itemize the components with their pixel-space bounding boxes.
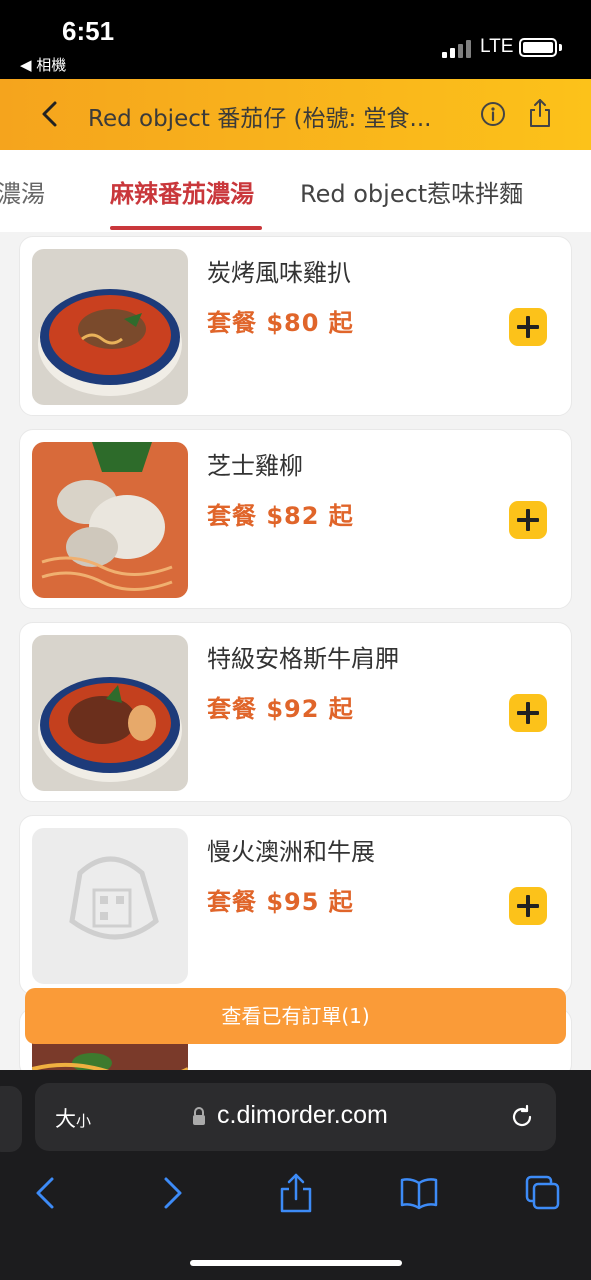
- item-price: 套餐 $95 起: [207, 888, 354, 916]
- tab-red-object-noodles[interactable]: Red object惹味拌麵: [300, 174, 523, 209]
- back-to-camera-link[interactable]: ◀ 相機: [20, 54, 66, 75]
- signal-icon: [442, 40, 472, 58]
- dish-image: [32, 442, 188, 598]
- add-item-button[interactable]: [509, 694, 547, 732]
- url-text: c.dimorder.com: [217, 1101, 388, 1129]
- menu-item[interactable]: 芝士雞柳 套餐 $82 起: [19, 429, 572, 609]
- view-orders-button[interactable]: 查看已有訂單(1): [25, 988, 566, 1044]
- tab-spicy-tomato-soup[interactable]: 麻辣番茄濃湯: [110, 174, 254, 209]
- item-price: 套餐 $92 起: [207, 695, 354, 723]
- placeholder-image: [32, 828, 188, 984]
- item-name: 特級安格斯牛肩胛: [207, 645, 399, 673]
- text-size-button[interactable]: 大小: [55, 1103, 91, 1133]
- item-name: 炭烤風味雞扒: [207, 259, 351, 287]
- network-label: LTE: [480, 36, 514, 57]
- app-header: Red object 番茄仔 (枱號: 堂食...: [0, 79, 591, 150]
- back-arrow-icon[interactable]: [38, 99, 62, 129]
- tab-soup[interactable]: 濃湯: [0, 174, 45, 209]
- add-item-button[interactable]: [509, 308, 547, 346]
- browser-chrome: 大小 c.dimorder.com: [0, 1070, 591, 1280]
- add-item-button[interactable]: [509, 501, 547, 539]
- menu-item[interactable]: 慢火澳洲和牛展 套餐 $95 起: [19, 815, 572, 995]
- battery-icon: [519, 38, 557, 57]
- previous-tab-preview[interactable]: [0, 1086, 22, 1152]
- item-price: 套餐 $80 起: [207, 309, 354, 337]
- share-icon[interactable]: [527, 97, 553, 129]
- info-icon[interactable]: [480, 101, 506, 127]
- dish-image: [32, 635, 188, 791]
- menu-item[interactable]: 特級安格斯牛肩胛 套餐 $92 起: [19, 622, 572, 802]
- add-item-button[interactable]: [509, 887, 547, 925]
- browser-share-icon[interactable]: [276, 1173, 316, 1213]
- menu-item[interactable]: 炭烤風味雞扒 套餐 $80 起: [19, 236, 572, 416]
- lock-icon: [193, 1107, 205, 1125]
- status-bar: 6:51 ◀ 相機 LTE: [0, 0, 591, 79]
- address-bar[interactable]: 大小 c.dimorder.com: [35, 1083, 556, 1151]
- browser-back-icon[interactable]: [26, 1173, 66, 1213]
- item-name: 慢火澳洲和牛展: [207, 838, 375, 866]
- tabs-icon[interactable]: [523, 1173, 563, 1213]
- category-tabs: 濃湯 麻辣番茄濃湯 Red object惹味拌麵: [0, 150, 591, 232]
- item-name: 芝士雞柳: [207, 452, 303, 480]
- restaurant-title: Red object 番茄仔 (枱號: 堂食...: [88, 106, 432, 132]
- dish-image: [32, 249, 188, 405]
- home-indicator[interactable]: [190, 1260, 402, 1266]
- bookmarks-icon[interactable]: [399, 1173, 439, 1213]
- status-time: 6:51: [62, 16, 115, 46]
- browser-forward-icon[interactable]: [152, 1173, 192, 1213]
- active-tab-indicator: [110, 226, 262, 230]
- item-price: 套餐 $82 起: [207, 502, 354, 530]
- reload-icon[interactable]: [508, 1103, 536, 1131]
